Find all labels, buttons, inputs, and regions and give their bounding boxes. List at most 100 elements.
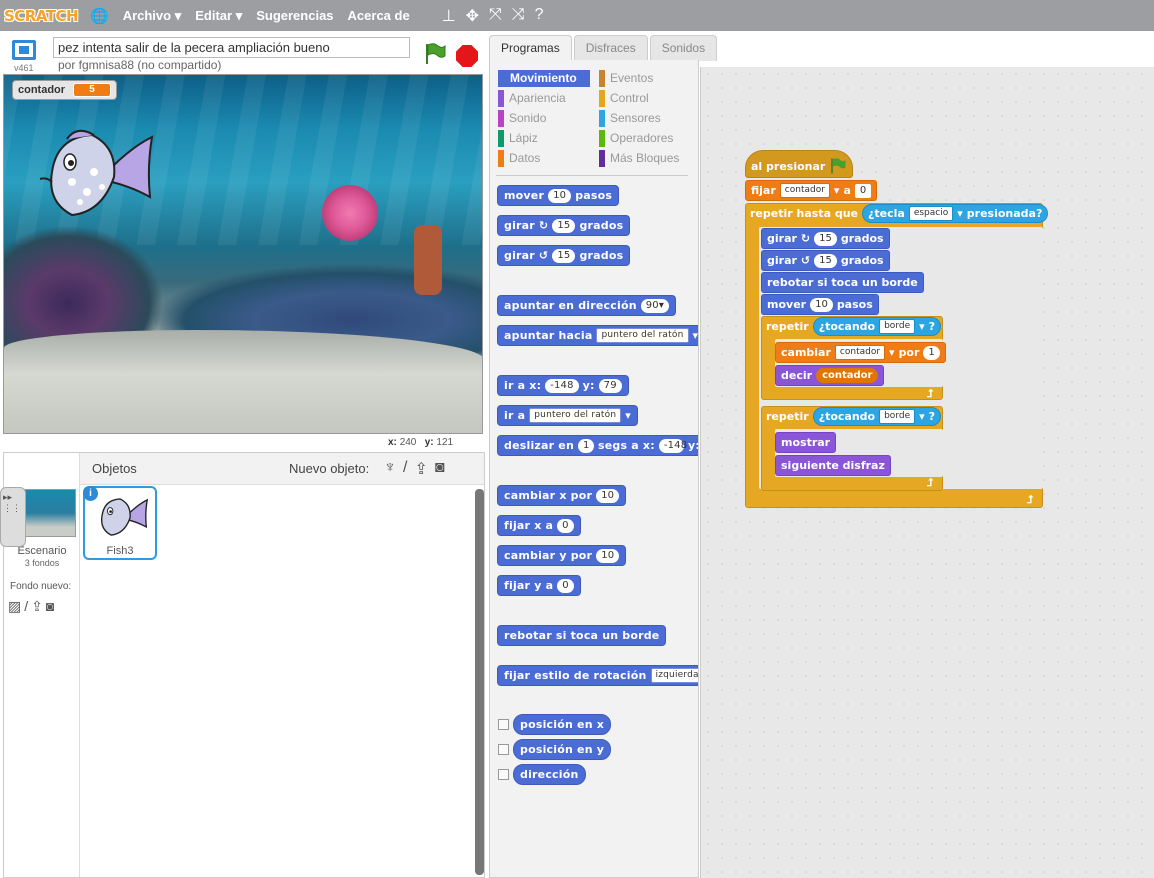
- stage-thumbnail[interactable]: [24, 489, 76, 537]
- new-sprite-label: Nuevo objeto:: [289, 461, 370, 476]
- category-sensores[interactable]: Sensores: [599, 110, 691, 127]
- block-girar-izquierda-script[interactable]: girar ↺ 15 grados: [761, 250, 890, 271]
- scripts-area[interactable]: al presionar fijar contador ▾ a 0 repetir ha…: [700, 67, 1154, 878]
- block-estilo-rotacion[interactable]: fijar estilo de rotaciónizquierda-der: [497, 665, 698, 686]
- monitor-label: contador: [18, 84, 66, 96]
- sprites-title: Objetos: [92, 461, 137, 476]
- rotate-left-icon: ↺: [538, 249, 549, 262]
- block-cambiar-y[interactable]: cambiar y por 10: [497, 545, 627, 566]
- variable-monitor[interactable]: contador 5: [12, 80, 118, 100]
- block-rebotar[interactable]: rebotar si toca un borde: [497, 625, 667, 646]
- globe-icon[interactable]: 🌐: [90, 7, 109, 25]
- block-decir[interactable]: decir contador: [775, 365, 885, 386]
- block-apuntar-hacia[interactable]: apuntar hacia puntero del ratón ▾: [497, 325, 698, 346]
- category-divider: [496, 175, 688, 176]
- category-datos[interactable]: Datos: [498, 150, 590, 167]
- help-icon[interactable]: ?: [535, 6, 544, 26]
- sprite-scrollbar[interactable]: [475, 489, 484, 875]
- coords-y-label: y:: [424, 437, 434, 448]
- block-deslizar[interactable]: deslizar en 1 segs a x: -148 y:: [497, 435, 698, 456]
- block-mover[interactable]: mover 10 pasos: [497, 185, 620, 206]
- category-movimiento[interactable]: Movimiento: [498, 70, 590, 87]
- reporter-posicion-y[interactable]: posición en y: [513, 739, 612, 760]
- tab-disfraces[interactable]: Disfraces: [573, 35, 648, 61]
- coords-x: 240: [399, 437, 417, 448]
- repetir-2-header: repetir ¿tocando borde ▾?: [761, 406, 946, 427]
- menu-editar[interactable]: Editar ▾: [195, 8, 242, 24]
- block-fijar-contador[interactable]: fijar contador ▾ a 0: [745, 180, 878, 201]
- rotate-right-icon: ↻: [538, 219, 549, 232]
- camera-icon[interactable]: ◙: [46, 598, 54, 615]
- loop-arrow-icon: ⮥: [927, 388, 934, 400]
- image-library-icon[interactable]: ▨: [8, 598, 21, 615]
- loop-arrow-icon: ⮥: [927, 477, 934, 489]
- menu-sugerencias[interactable]: Sugerencias: [256, 8, 333, 23]
- grow-icon[interactable]: ⤧: [489, 6, 502, 26]
- category-lapiz[interactable]: Lápiz: [498, 130, 590, 147]
- checkbox-direccion[interactable]: [498, 769, 509, 780]
- green-flag-icon[interactable]: [424, 42, 446, 66]
- block-rebotar-script[interactable]: rebotar si toca un borde: [761, 272, 924, 293]
- category-sonido[interactable]: Sonido: [498, 110, 590, 127]
- anemone: [322, 185, 378, 241]
- block-cambiar-contador[interactable]: cambiar contador ▾ por 1: [775, 342, 946, 363]
- rotate-right-icon: ↻: [800, 232, 811, 245]
- menu-archivo[interactable]: Archivo ▾: [123, 8, 182, 24]
- shrink-icon[interactable]: ⤨: [512, 6, 525, 26]
- duplicate-stamp-icon[interactable]: ⊥: [442, 6, 456, 26]
- repetir-1-header: repetir ¿tocando borde ▾?: [761, 316, 946, 337]
- project-byline: por fgmnisa88 (no compartido): [58, 58, 222, 72]
- block-fijar-x[interactable]: fijar x a0: [497, 515, 581, 536]
- tab-programas[interactable]: Programas: [489, 35, 572, 61]
- coords-x-label: x:: [388, 437, 397, 448]
- stage[interactable]: contador 5: [3, 74, 483, 434]
- checkbox-posicion-x[interactable]: [498, 719, 509, 730]
- checkbox-posicion-y[interactable]: [498, 744, 509, 755]
- sensing-tocando-borde-2[interactable]: ¿tocando borde ▾?: [812, 407, 942, 426]
- paint-brush-icon[interactable]: /: [403, 459, 407, 479]
- sprite-library-icon[interactable]: ♆: [384, 459, 396, 479]
- monitor-value: 5: [73, 83, 112, 97]
- camera-icon[interactable]: ◙: [435, 459, 445, 479]
- block-al-presionar[interactable]: al presionar: [745, 150, 854, 178]
- scratch-logo[interactable]: SCRATCH: [4, 5, 79, 27]
- sensing-tecla-presionada[interactable]: ¿tecla espacio ▾ presionada?: [861, 204, 1049, 223]
- tab-sonidos[interactable]: Sonidos: [649, 35, 718, 61]
- category-apariencia[interactable]: Apariencia: [498, 90, 590, 107]
- version-label: v461: [14, 63, 34, 73]
- menu-acerca-de[interactable]: Acerca de: [348, 8, 410, 23]
- presentation-mode-icon[interactable]: [12, 40, 36, 60]
- block-fijar-y[interactable]: fijar y a0: [497, 575, 581, 596]
- block-palette: Movimiento Apariencia Sonido Lápiz Datos…: [489, 60, 699, 878]
- block-siguiente-disfraz[interactable]: siguiente disfraz: [775, 455, 891, 476]
- expand-panel-handle[interactable]: ▸▸ ⋮⋮: [0, 487, 26, 547]
- cut-scissors-icon[interactable]: ✥: [466, 6, 479, 26]
- loop-arrow-icon: ⮥: [1027, 494, 1034, 506]
- rotate-left-icon: ↺: [800, 254, 811, 267]
- upload-icon[interactable]: ⇪: [414, 459, 427, 479]
- reporter-direccion[interactable]: dirección: [513, 764, 586, 785]
- category-control[interactable]: Control: [599, 90, 691, 107]
- block-apuntar-direccion[interactable]: apuntar en dirección 90▾: [497, 295, 677, 316]
- paint-brush-icon[interactable]: /: [24, 598, 28, 615]
- upload-icon[interactable]: ⇪: [31, 598, 43, 615]
- block-girar-derecha[interactable]: girar ↻ 15 grados: [497, 215, 631, 236]
- block-ir-a-xy[interactable]: ir a x: -148 y: 79: [497, 375, 629, 396]
- category-eventos[interactable]: Eventos: [599, 70, 691, 87]
- block-girar-izquierda[interactable]: girar ↺ 15 grados: [497, 245, 631, 266]
- block-cambiar-x[interactable]: cambiar x por 10: [497, 485, 627, 506]
- new-backdrop-label: Fondo nuevo:: [10, 581, 72, 592]
- sensing-tocando-borde-1[interactable]: ¿tocando borde ▾?: [812, 317, 942, 336]
- project-title-input[interactable]: pez intenta salir de la pecera ampliació…: [53, 37, 410, 58]
- reporter-posicion-x[interactable]: posición en x: [513, 714, 612, 735]
- category-mas-bloques[interactable]: Más Bloques: [599, 150, 691, 167]
- fish-sprite[interactable]: [32, 127, 156, 223]
- backdrop-count: 3 fondos: [24, 558, 60, 568]
- block-mover-script[interactable]: mover 10 pasos: [761, 294, 879, 315]
- sprite-card-fish3[interactable]: i Fish3: [83, 486, 157, 560]
- block-ir-a[interactable]: ir a puntero del ratón ▾: [497, 405, 639, 426]
- block-mostrar[interactable]: mostrar: [775, 432, 837, 453]
- block-girar-derecha-script[interactable]: girar ↻ 15 grados: [761, 228, 890, 249]
- new-backdrop-tools: ▨ / ⇪ ◙: [8, 598, 54, 615]
- category-operadores[interactable]: Operadores: [599, 130, 691, 147]
